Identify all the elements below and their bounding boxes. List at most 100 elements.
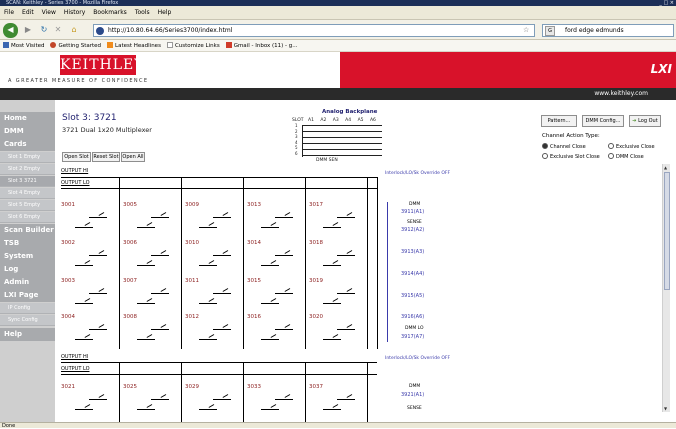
home-icon[interactable]: ⌂ <box>67 23 81 37</box>
sidebar-item-help[interactable]: Help <box>0 328 55 341</box>
channel-switch[interactable] <box>199 260 217 266</box>
channel-switch[interactable] <box>275 288 293 294</box>
channel-3019[interactable]: 3019 <box>309 278 323 284</box>
channel-switch[interactable] <box>337 250 355 256</box>
menu-bookmarks[interactable]: Bookmarks <box>89 6 131 20</box>
channel-3006[interactable]: 3006 <box>123 240 137 246</box>
channel-3013[interactable]: 3013 <box>247 202 261 208</box>
sidebar-item-ip-config[interactable]: IP Config <box>0 303 55 314</box>
sidebar-item-slot2[interactable]: Slot 2 Empty <box>0 164 55 175</box>
channel-3018[interactable]: 3018 <box>309 240 323 246</box>
channel-switch[interactable] <box>137 334 155 340</box>
radio-dot[interactable] <box>608 153 614 159</box>
channel-switch[interactable] <box>137 222 155 228</box>
log-out-button[interactable]: ➔ Log Out <box>629 115 661 127</box>
channel-switch[interactable] <box>151 288 169 294</box>
channel-switch[interactable] <box>89 250 107 256</box>
channel-switch[interactable] <box>75 404 93 410</box>
sidebar-item-slot6[interactable]: Slot 6 Empty <box>0 212 55 223</box>
channel-switch[interactable] <box>337 394 355 400</box>
search-box[interactable]: G ford edge edmunds <box>542 24 674 37</box>
channel-3007[interactable]: 3007 <box>123 278 137 284</box>
channel-3011[interactable]: 3011 <box>185 278 199 284</box>
channel-switch[interactable] <box>213 394 231 400</box>
sidebar-item-log[interactable]: Log <box>0 263 55 276</box>
channel-switch[interactable] <box>151 394 169 400</box>
bookmark-gmail[interactable]: Gmail - Inbox (11) - g... <box>223 40 301 52</box>
channel-3020[interactable]: 3020 <box>309 314 323 320</box>
menu-edit[interactable]: Edit <box>18 6 38 20</box>
radio-exclusive-slot-close[interactable]: Exclusive Slot Close <box>542 153 600 160</box>
radio-channel-close[interactable]: Channel Close <box>542 143 586 150</box>
scroll-down-arrow-icon[interactable]: ▼ <box>664 406 667 411</box>
channel-3003[interactable]: 3003 <box>61 278 75 284</box>
channel-3015[interactable]: 3015 <box>247 278 261 284</box>
relay-3915[interactable]: 3915(A5) <box>401 293 424 299</box>
channel-3025[interactable]: 3025 <box>123 384 137 390</box>
channel-3021[interactable]: 3021 <box>61 384 75 390</box>
channel-switch[interactable] <box>199 222 217 228</box>
channel-switch[interactable] <box>151 212 169 218</box>
sidebar-item-slot4[interactable]: Slot 4 Empty <box>0 188 55 199</box>
channel-3001[interactable]: 3001 <box>61 202 75 208</box>
channel-switch[interactable] <box>337 324 355 330</box>
sidebar-item-sync-config[interactable]: Sync Config <box>0 315 55 326</box>
sidebar-item-slot3[interactable]: Slot 3 3721 <box>0 176 55 187</box>
channel-switch[interactable] <box>213 250 231 256</box>
relay-3911[interactable]: 3911(A1) <box>401 209 424 215</box>
channel-switch[interactable] <box>275 394 293 400</box>
channel-switch[interactable] <box>261 334 279 340</box>
channel-3014[interactable]: 3014 <box>247 240 261 246</box>
channel-switch[interactable] <box>275 250 293 256</box>
scroll-up-arrow-icon[interactable]: ▲ <box>664 165 667 170</box>
open-all-button[interactable]: Open All <box>121 152 145 162</box>
radio-dot[interactable] <box>542 143 548 149</box>
relay-3917[interactable]: 3917(A7) <box>401 334 424 340</box>
radio-exclusive-close[interactable]: Exclusive Close <box>608 143 655 150</box>
channel-switch[interactable] <box>261 298 279 304</box>
menu-file[interactable]: File <box>0 6 18 20</box>
channel-switch[interactable] <box>275 212 293 218</box>
channel-3010[interactable]: 3010 <box>185 240 199 246</box>
sidebar-item-slot5[interactable]: Slot 5 Empty <box>0 200 55 211</box>
relay-3914[interactable]: 3914(A4) <box>401 271 424 277</box>
sidebar-item-admin[interactable]: Admin <box>0 276 55 289</box>
channel-switch[interactable] <box>337 288 355 294</box>
channel-3008[interactable]: 3008 <box>123 314 137 320</box>
open-slot-button[interactable]: Open Slot <box>62 152 91 162</box>
channel-switch[interactable] <box>199 334 217 340</box>
channel-switch[interactable] <box>323 260 341 266</box>
channel-3033[interactable]: 3033 <box>247 384 261 390</box>
reset-slot-button[interactable]: Reset Slot <box>92 152 120 162</box>
channel-switch[interactable] <box>199 298 217 304</box>
relay-3913[interactable]: 3913(A3) <box>401 249 424 255</box>
channel-switch[interactable] <box>89 394 107 400</box>
channel-3005[interactable]: 3005 <box>123 202 137 208</box>
radio-dmm-close[interactable]: DMM Close <box>608 153 644 160</box>
channel-switch[interactable] <box>213 288 231 294</box>
channel-switch[interactable] <box>261 260 279 266</box>
menu-view[interactable]: View <box>38 6 60 20</box>
menu-help[interactable]: Help <box>154 6 176 20</box>
sidebar-item-cards[interactable]: Cards <box>0 138 55 151</box>
reload-icon[interactable]: ↻ <box>37 23 51 37</box>
channel-switch[interactable] <box>275 324 293 330</box>
address-bar[interactable]: http://10.80.64.66/Series3700/index.html <box>93 24 535 37</box>
back-arrow-icon[interactable]: ◀ <box>3 23 18 38</box>
menu-history[interactable]: History <box>60 6 89 20</box>
channel-switch[interactable] <box>75 260 93 266</box>
relay-3912[interactable]: 3912(A2) <box>401 227 424 233</box>
channel-switch[interactable] <box>261 222 279 228</box>
channel-3004[interactable]: 3004 <box>61 314 75 320</box>
relay-3916[interactable]: 3916(A6) <box>401 314 424 320</box>
channel-switch[interactable] <box>213 324 231 330</box>
sidebar-item-slot1[interactable]: Slot 1 Empty <box>0 152 55 163</box>
channel-3017[interactable]: 3017 <box>309 202 323 208</box>
channel-switch[interactable] <box>261 404 279 410</box>
bookmark-latest-headlines[interactable]: Latest Headlines <box>104 40 164 52</box>
channel-3012[interactable]: 3012 <box>185 314 199 320</box>
bookmark-customize-links[interactable]: Customize Links <box>164 40 223 52</box>
channel-switch[interactable] <box>199 404 217 410</box>
channel-switch[interactable] <box>323 334 341 340</box>
channel-switch[interactable] <box>213 212 231 218</box>
